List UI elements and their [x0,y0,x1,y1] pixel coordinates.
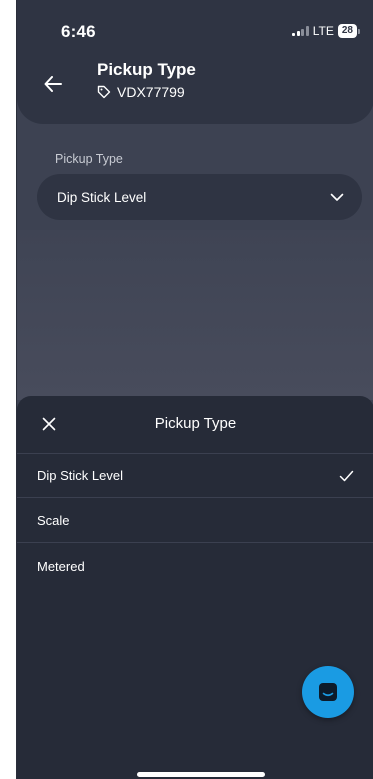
arrow-left-icon [44,76,62,92]
pickup-type-select[interactable]: Dip Stick Level [37,174,362,220]
back-button[interactable] [39,70,67,98]
checkmark-icon [339,470,354,481]
option-label: Dip Stick Level [37,468,123,483]
option-dip-stick-level[interactable]: Dip Stick Level [17,454,373,498]
chat-icon [319,683,337,701]
battery-icon: 28 [337,24,360,38]
status-indicators: LTE 28 [292,24,360,38]
tag-icon [97,85,111,99]
tag-id-row: VDX77799 [97,84,185,100]
status-time: 6:46 [61,22,96,41]
app-screen: 6:46 LTE 28 Pickup Type VDX77799 Pickup … [16,0,373,779]
option-metered[interactable]: Metered [17,544,373,588]
sheet-header: Pickup Type [17,396,373,454]
background-gradient [17,230,373,400]
pickup-type-label: Pickup Type [55,152,123,166]
chat-button[interactable] [302,666,354,718]
home-indicator[interactable] [137,772,265,777]
signal-icon [292,26,309,36]
chevron-down-icon [330,193,344,201]
header: 6:46 LTE 28 Pickup Type VDX77799 [17,0,373,124]
pickup-type-value: Dip Stick Level [57,189,147,205]
tag-id: VDX77799 [117,84,185,100]
battery-level: 28 [337,24,357,38]
pickup-type-sheet: Pickup Type Dip Stick Level Scale Metere… [17,396,373,779]
option-label: Scale [37,513,70,528]
page-title: Pickup Type [97,60,196,79]
network-type: LTE [312,24,334,38]
option-scale[interactable]: Scale [17,499,373,543]
option-label: Metered [37,558,85,574]
sheet-title: Pickup Type [154,415,237,432]
